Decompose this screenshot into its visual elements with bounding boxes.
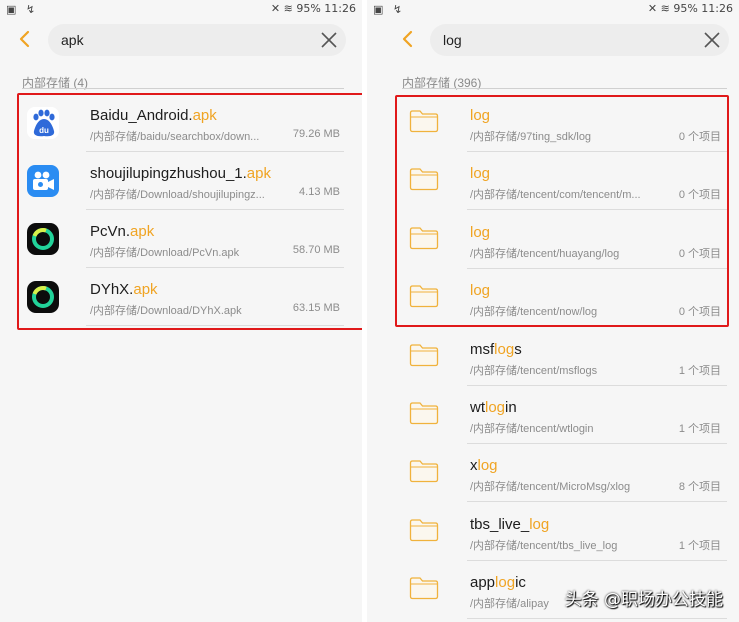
status-battery-time: ✕ ≋ 95% 11:26 [270, 2, 356, 15]
folder-name: tbs_live_log [470, 515, 550, 533]
list-item[interactable]: wtlogin/内部存储/tencent/wtlogin 1 个项目 [367, 386, 739, 444]
folder-path: /内部存储/tencent/msflogs [470, 364, 598, 377]
folder-icon [409, 402, 439, 425]
right-panel-log-search: ▣ ↯ ✕ ≋ 95% 11:26 log 内部存储 (396) log/内部存… [367, 0, 739, 622]
left-panel-apk-search: ▣ ↯ ✕ ≋ 95% 11:26 apk 内部存储 (4) du Baidu_… [0, 0, 362, 622]
folder-path: /内部存储/alipay [470, 598, 549, 611]
clear-icon[interactable] [320, 31, 338, 49]
folder-path: /内部存储/tencent/wtlogin [470, 423, 594, 435]
status-bar: ▣ ↯ ✕ ≋ 95% 11:26 [0, 0, 362, 18]
list-item[interactable]: tbs_live_log/内部存储/tencent/tbs_live_log 1 … [367, 503, 739, 561]
item-count: 1 个项目 [678, 423, 721, 435]
folder-icon [409, 577, 439, 600]
section-divider [22, 88, 344, 89]
folder-icon [409, 343, 439, 366]
search-bar: apk [0, 20, 362, 60]
folder-icon [409, 519, 439, 541]
screenshot-frame: ▣ ↯ ✕ ≋ 95% 11:26 apk 内部存储 (4) du Baidu_… [0, 0, 739, 622]
item-count: 8 个项目 [678, 481, 721, 494]
folder-name: applogic [470, 574, 526, 592]
status-notification-icons: ▣ ↯ [6, 3, 39, 16]
folder-icon [409, 460, 439, 483]
search-bar: log [367, 20, 739, 60]
list-item[interactable]: xlog/内部存储/tencent/MicroMsg/xlog 8 个项目 [367, 444, 739, 503]
search-input[interactable]: apk [48, 24, 346, 56]
list-item[interactable]: msflogs/内部存储/tencent/msflogs 1 个项目 [367, 328, 739, 386]
folder-name: wtlogin [470, 399, 517, 416]
item-count: 1 个项目 [678, 539, 721, 552]
row-divider [467, 618, 727, 620]
status-battery-time: ✕ ≋ 95% 11:26 [647, 2, 733, 15]
highlight-box [395, 95, 729, 327]
search-query-text: apk [61, 32, 84, 48]
folder-path: /内部存储/tencent/tbs_live_log [470, 539, 618, 552]
folder-name: msflogs [470, 340, 522, 358]
status-notification-icons: ▣ ↯ [373, 3, 406, 16]
item-count: 1 个项目 [678, 364, 721, 377]
highlight-box [17, 93, 362, 330]
folder-name: xlog [470, 457, 498, 475]
search-input[interactable]: log [430, 24, 729, 56]
back-arrow-icon[interactable] [397, 28, 419, 50]
back-arrow-icon[interactable] [14, 28, 36, 50]
watermark-text: 头条 @职场办公技能 [564, 590, 723, 610]
folder-path: /内部存储/tencent/MicroMsg/xlog [470, 481, 631, 494]
status-bar: ▣ ↯ ✕ ≋ 95% 11:26 [367, 0, 739, 18]
section-divider [402, 88, 727, 89]
search-query-text: log [443, 32, 462, 48]
clear-icon[interactable] [703, 31, 721, 49]
